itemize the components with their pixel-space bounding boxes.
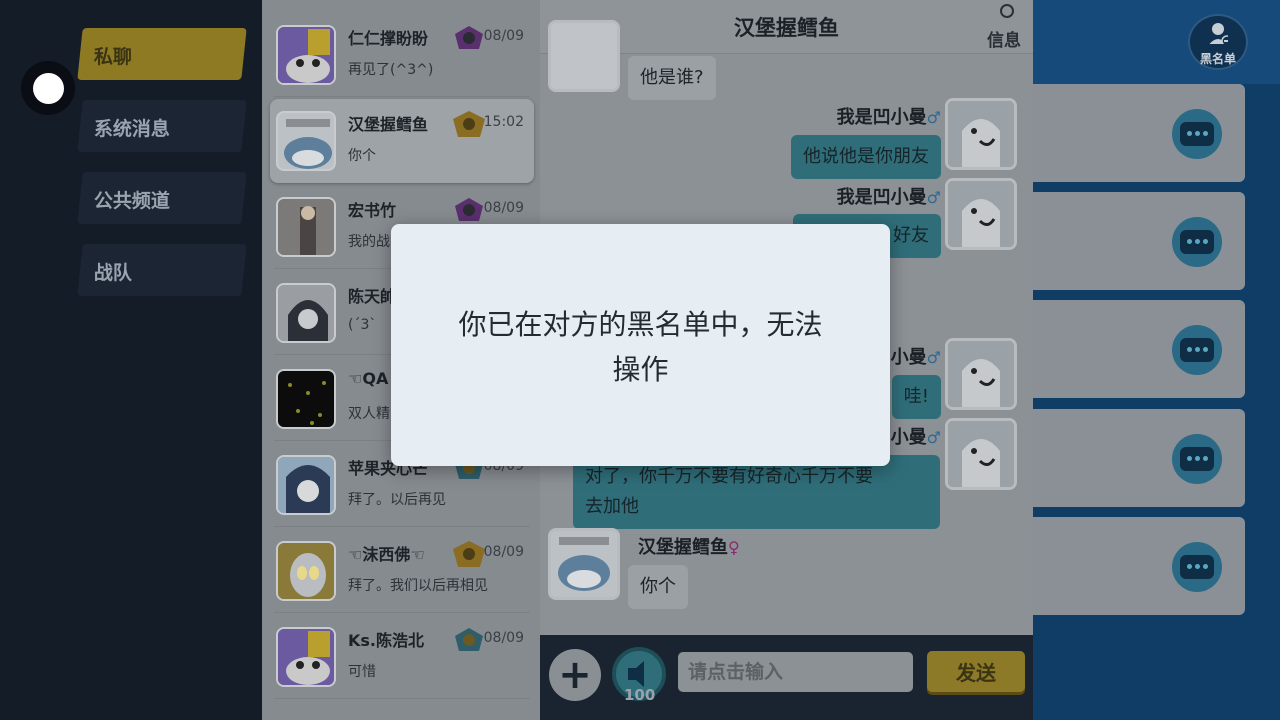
app-screen: 私聊 系统消息 公共频道 战队 仁仁撑盼盼 08/09 再见了(^3^) 汉堡握… [0,0,1280,720]
alert-message: 你已在对方的黑名单中，无法 操作 [431,302,850,392]
blacklisted-alert-dialog[interactable]: 你已在对方的黑名单中，无法 操作 [391,224,890,466]
alert-line: 你已在对方的黑名单中，无法 [458,308,823,341]
alert-line: 操作 [612,353,669,386]
